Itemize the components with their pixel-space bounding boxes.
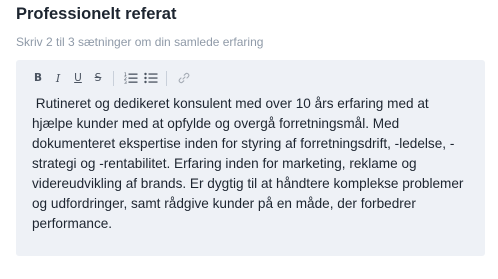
toolbar-divider [166,70,167,86]
editor-toolbar: B I U S 1 2 3 [28,69,194,87]
strikethrough-icon[interactable]: S [88,69,108,87]
rich-text-editor[interactable]: B I U S 1 2 3 Rutineret og dedikeret kon… [16,60,485,256]
underline-icon[interactable]: U [68,69,88,87]
svg-text:3: 3 [124,80,127,84]
link-icon[interactable] [174,69,194,87]
ordered-list-icon[interactable]: 1 2 3 [121,69,141,87]
section-hint: Skriv 2 til 3 sætninger om din samlede e… [16,35,264,49]
section-title: Professionelt referat [16,5,177,23]
bold-icon[interactable]: B [28,69,48,87]
professional-summary-section: Professionelt referat Skriv 2 til 3 sætn… [0,0,498,279]
summary-text[interactable]: Rutineret og dedikeret konsulent med ove… [32,94,472,234]
bullet-list-icon[interactable] [141,69,161,87]
toolbar-divider [113,70,114,86]
italic-icon[interactable]: I [48,69,68,87]
